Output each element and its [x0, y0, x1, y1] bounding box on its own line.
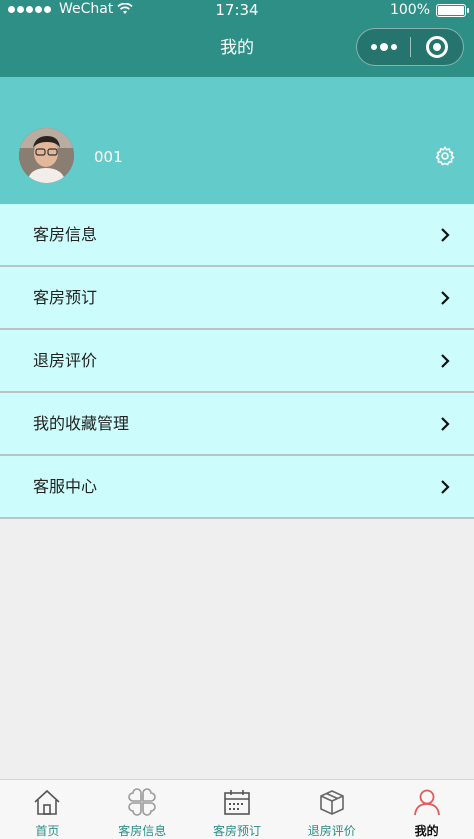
tab-label: 客房信息: [118, 824, 167, 838]
profile-header: 001: [0, 77, 474, 204]
status-right: 100%: [389, 0, 469, 20]
more-button[interactable]: [357, 29, 410, 65]
more-dot-icon: [379, 43, 388, 51]
more-dot-icon: [370, 44, 377, 50]
close-circle-icon: [426, 36, 448, 58]
tab-label: 我的: [414, 824, 439, 838]
miniprogram-capsule: [356, 28, 464, 66]
chevron-right-icon: [441, 228, 450, 242]
tab-mine[interactable]: 我的: [379, 780, 474, 839]
chevron-right-icon: [441, 291, 450, 305]
tab-room-booking[interactable]: 客房预订: [190, 780, 285, 839]
tab-checkout-review[interactable]: 退房评价: [284, 780, 379, 839]
menu-item-room-info[interactable]: 客房信息: [0, 204, 474, 267]
clover-icon: [128, 788, 156, 816]
menu-item-favorites[interactable]: 我的收藏管理: [0, 393, 474, 456]
battery-percent: 100%: [389, 2, 430, 18]
menu-item-label: 退房评价: [33, 351, 98, 370]
menu-item-room-booking[interactable]: 客房预订: [0, 267, 474, 330]
tab-label: 首页: [35, 824, 60, 838]
tab-home[interactable]: 首页: [0, 780, 95, 839]
tab-label: 客房预订: [212, 824, 261, 838]
chevron-right-icon: [441, 480, 450, 494]
chevron-right-icon: [441, 417, 450, 431]
menu-item-label: 客房预订: [33, 288, 98, 307]
home-icon: [34, 789, 60, 815]
calendar-icon: [224, 790, 250, 815]
username: 001: [94, 148, 123, 166]
tab-label: 退房评价: [307, 824, 356, 838]
menu-item-label: 我的收藏管理: [33, 414, 130, 433]
chevron-right-icon: [441, 354, 450, 368]
nav-bar: 我的: [0, 20, 474, 77]
avatar[interactable]: [19, 128, 74, 183]
close-button[interactable]: [411, 29, 463, 65]
battery-icon: [436, 3, 469, 17]
menu-item-label: 客房信息: [33, 225, 98, 244]
tab-bar: 首页 客房信息 客房预订 退房评价 我的: [0, 779, 474, 839]
status-bar: WeChat 17:34 100%: [0, 0, 474, 20]
menu-item-checkout-review[interactable]: 退房评价: [0, 330, 474, 393]
menu-item-label: 客服中心: [33, 477, 98, 496]
avatar-photo: [19, 128, 74, 183]
user-icon: [413, 789, 440, 816]
box-icon: [319, 790, 344, 815]
tab-room-info[interactable]: 客房信息: [95, 780, 190, 839]
menu-list: 客房信息 客房预订 退房评价 我的收藏管理 客服中心: [0, 204, 474, 519]
menu-item-customer-service[interactable]: 客服中心: [0, 456, 474, 519]
more-dot-icon: [390, 44, 397, 50]
gear-icon[interactable]: [434, 145, 456, 167]
